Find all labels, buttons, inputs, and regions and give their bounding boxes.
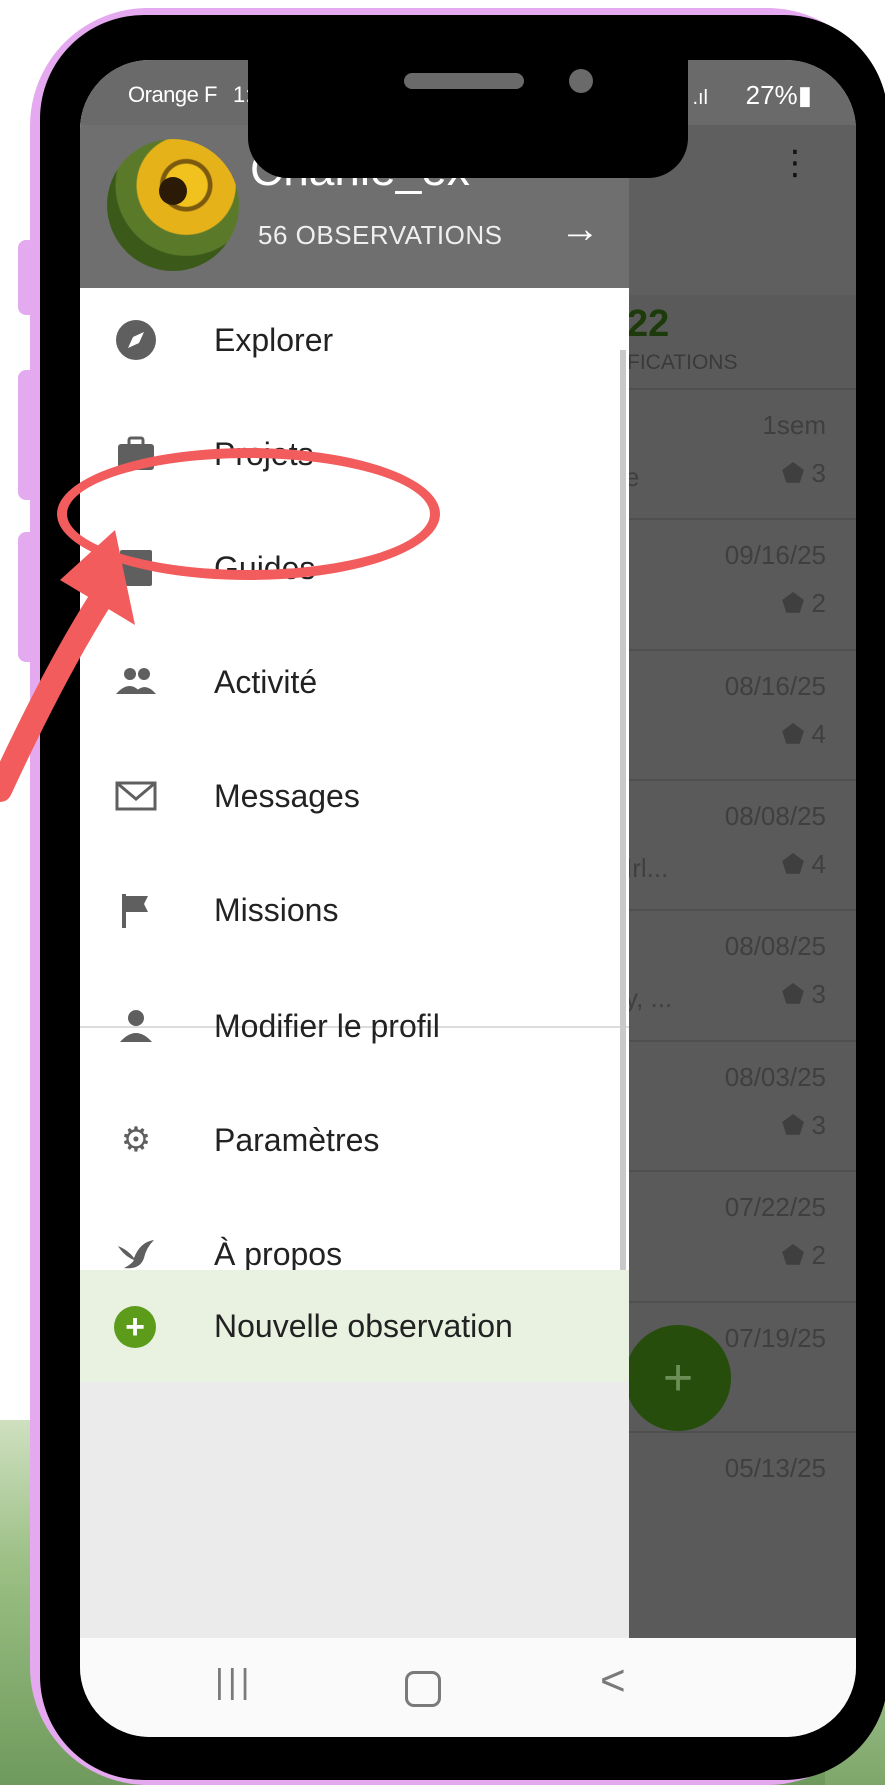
identification-count-value: 4 [811, 849, 826, 879]
more-options-icon[interactable]: ⋮ [778, 143, 812, 183]
identification-count-value: 3 [811, 1110, 826, 1140]
menu-item-label: Modifier le profil [214, 1008, 440, 1044]
front-camera [569, 69, 593, 93]
shield-icon: ⬟ [781, 719, 812, 749]
menu-item-label: Explorer [214, 322, 334, 358]
new-observation-button[interactable]: + Nouvelle observation [80, 1270, 629, 1382]
identification-count: ⬟ 3 [782, 458, 826, 489]
shield-icon: ⬟ [781, 849, 812, 879]
menu-item-missions[interactable]: Missions [80, 858, 629, 958]
shield-icon: ⬟ [781, 458, 812, 488]
drawer-footer [80, 1382, 629, 1638]
observation-date: 08/08/25 [724, 931, 826, 961]
menu-item-label: Paramètres [214, 1122, 380, 1158]
observation-place: Irl... [625, 853, 669, 883]
shield-icon: ⬟ [781, 588, 812, 618]
compass-icon [114, 318, 158, 362]
observation-date: 09/16/25 [724, 540, 826, 570]
observation-date: 1sem [762, 410, 826, 440]
observation-date: 07/22/25 [724, 1192, 826, 1222]
observation-date: 07/19/25 [724, 1323, 826, 1353]
gear-icon: ⚙ [120, 1121, 152, 1159]
observation-date: 08/03/25 [724, 1062, 826, 1092]
identification-count: ⬟ 4 [782, 719, 826, 750]
identification-count: ⬟ 2 [782, 1240, 826, 1271]
identification-count: ⬟ 3 [782, 979, 826, 1010]
battery-icon: ▮ [797, 80, 812, 110]
shield-icon: ⬟ [781, 1110, 812, 1140]
identifications-count: 22 [627, 303, 670, 345]
drawer-scrollbar[interactable] [620, 350, 626, 1285]
battery-text: 27%▮ [745, 80, 812, 110]
navigation-drawer: Charlie_ex 56 OBSERVATIONS → Explorer Pr… [80, 60, 629, 1638]
phone-screen: Orange F 1: ✱ .ıl 27%▮ ⋮ 22 FICATIONS 1s… [80, 60, 856, 1737]
identification-count-value: 3 [811, 979, 826, 1009]
annotation-arrow [0, 530, 135, 802]
shield-icon: ⬟ [781, 1240, 812, 1270]
menu-item-explorer[interactable]: Explorer [80, 288, 629, 388]
menu-item-parametres[interactable]: ⚙ Paramètres [80, 1088, 629, 1188]
identification-count-value: 2 [811, 588, 826, 618]
menu-item-label: Activité [214, 664, 318, 700]
carrier-text: Orange F [128, 82, 217, 107]
observation-place: y, ... [625, 983, 673, 1013]
recent-apps-button[interactable]: ||| [215, 1663, 254, 1702]
avatar[interactable] [107, 139, 239, 271]
menu-item-modifier-profil[interactable]: Modifier le profil [80, 974, 629, 1074]
add-icon: + [114, 1306, 156, 1348]
identification-count: ⬟ 2 [782, 588, 826, 619]
observation-date: 08/08/25 [724, 801, 826, 831]
observations-count: 56 OBSERVATIONS [258, 220, 503, 250]
home-button[interactable] [405, 1671, 441, 1707]
menu-item-label: Missions [214, 892, 339, 928]
identifications-label: FICATIONS [627, 351, 738, 374]
add-observation-fab[interactable]: + [625, 1325, 731, 1431]
flag-icon [114, 888, 158, 932]
identification-count: ⬟ 4 [782, 849, 826, 880]
speaker-grille [404, 73, 524, 89]
camera-notch [248, 60, 688, 178]
identification-count: ⬟ 3 [782, 1110, 826, 1141]
identification-count-value: 4 [811, 719, 826, 749]
identification-count-value: 2 [811, 1240, 826, 1270]
person-icon [114, 1004, 158, 1048]
observation-date: 05/13/25 [724, 1453, 826, 1483]
back-button[interactable]: < [600, 1656, 626, 1706]
shield-icon: ⬟ [781, 979, 812, 1009]
identification-count-value: 3 [811, 458, 826, 488]
system-nav-bar: ||| < [80, 1638, 856, 1737]
menu-item-label: À propos [214, 1236, 343, 1272]
menu-item-label: Messages [214, 778, 360, 814]
arrow-right-icon[interactable]: → [560, 207, 600, 252]
new-observation-label: Nouvelle observation [214, 1308, 513, 1344]
observation-date: 08/16/25 [724, 671, 826, 701]
